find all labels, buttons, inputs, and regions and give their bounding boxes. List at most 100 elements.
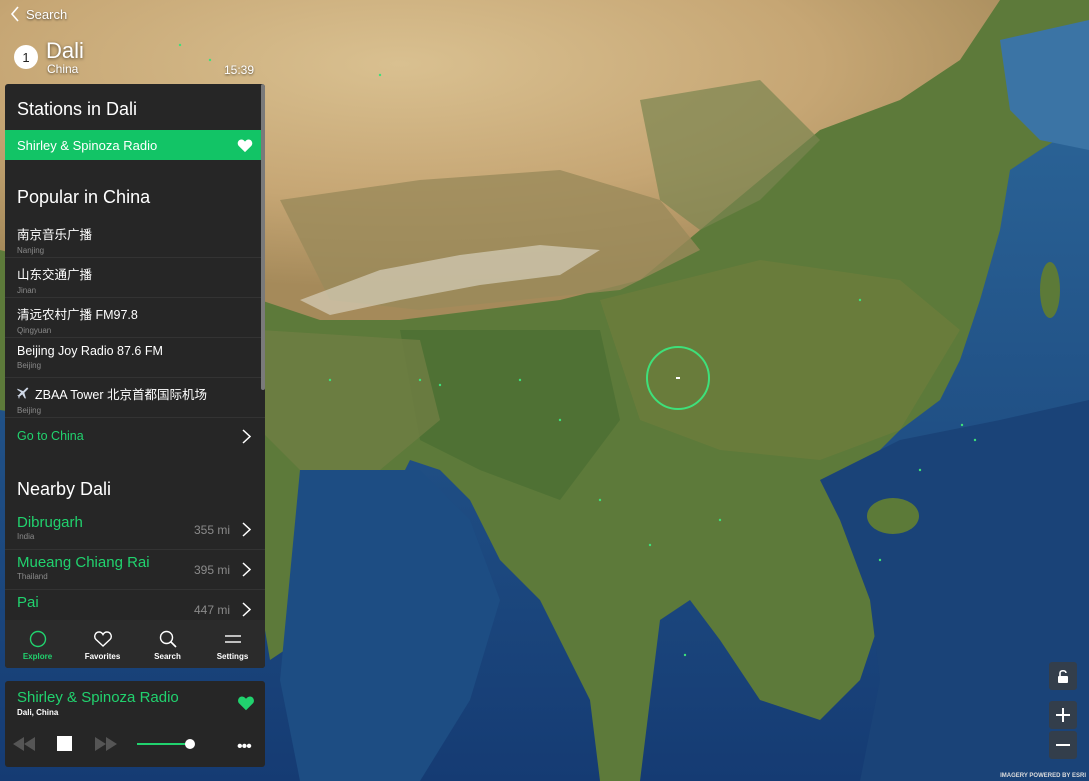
tab-label: Explore bbox=[22, 652, 53, 661]
location-header: 1 Dali China 15:39 bbox=[10, 38, 262, 78]
panel-scrollbar[interactable] bbox=[261, 84, 265, 390]
nearby-place-country: Thailand bbox=[17, 572, 48, 581]
nearby-place-country: India bbox=[17, 532, 35, 541]
popular-station-item[interactable]: 山东交通广播 Jinan bbox=[5, 258, 265, 298]
station-dot[interactable] bbox=[718, 518, 722, 522]
station-dot[interactable] bbox=[518, 378, 522, 382]
popular-station-name: 清远农村广播 FM97.8 bbox=[17, 308, 138, 322]
popular-station-item[interactable]: ZBAA Tower 北京首都国际机场 Beijing bbox=[5, 378, 265, 418]
popular-station-name-row: 山东交通广播 bbox=[17, 264, 253, 283]
settings-lines-icon bbox=[224, 635, 241, 643]
nearby-place-text: Pai bbox=[17, 594, 39, 612]
unlock-icon bbox=[1058, 669, 1068, 683]
go-to-country-label: Go to China bbox=[17, 429, 84, 443]
chevron-right-icon bbox=[242, 522, 251, 537]
tab-favorites[interactable]: Favorites bbox=[70, 620, 135, 668]
heart-filled-icon[interactable] bbox=[237, 138, 253, 153]
lock-rotation-button[interactable] bbox=[1049, 662, 1077, 690]
station-dot[interactable] bbox=[648, 543, 652, 547]
popular-station-city: Beijing bbox=[17, 406, 42, 415]
popular-station-name-row: 清远农村广播 FM97.8 bbox=[17, 304, 253, 323]
chevron-right-icon bbox=[242, 562, 251, 577]
active-station-name: Shirley & Spinoza Radio bbox=[17, 137, 158, 153]
nearby-place-item[interactable]: Pai 447 mi bbox=[5, 590, 265, 620]
station-dot[interactable] bbox=[878, 558, 882, 562]
station-dot[interactable] bbox=[378, 73, 382, 77]
stations-title: Stations in Dali bbox=[17, 99, 138, 119]
search-icon bbox=[159, 630, 177, 648]
station-dot[interactable] bbox=[683, 653, 687, 657]
station-dot[interactable] bbox=[418, 378, 422, 382]
station-dot[interactable] bbox=[598, 498, 602, 502]
popular-station-name-row: ZBAA Tower 北京首都国际机场 bbox=[17, 384, 253, 403]
popular-station-name-row: Beijing Joy Radio 87.6 FM bbox=[17, 344, 253, 358]
popular-title: Popular in China bbox=[17, 187, 151, 207]
zoom-out-button[interactable] bbox=[1049, 731, 1077, 759]
station-dot[interactable] bbox=[918, 468, 922, 472]
nearby-place-distance: 447 mi bbox=[193, 602, 230, 617]
location-index-badge: 1 bbox=[14, 45, 38, 69]
popular-station-name-row: 南京音乐广播 bbox=[17, 224, 253, 243]
favorite-heart-icon[interactable] bbox=[237, 695, 255, 711]
nearby-place-distance: 355 mi bbox=[193, 522, 230, 537]
panel-scroll-area[interactable]: Stations in Dali Shirley & Spinoza Radio… bbox=[5, 84, 265, 620]
tab-settings[interactable]: Settings bbox=[200, 620, 265, 668]
station-dot[interactable] bbox=[973, 438, 977, 442]
go-to-country-link[interactable]: Go to China bbox=[5, 418, 265, 454]
tab-explore[interactable]: Explore bbox=[5, 620, 70, 668]
fast-forward-icon[interactable] bbox=[95, 737, 117, 751]
popular-station-city: Qingyuan bbox=[17, 326, 52, 335]
back-to-search-button[interactable]: Search bbox=[10, 5, 67, 23]
back-label: Search bbox=[26, 6, 68, 22]
nearby-title: Nearby Dali bbox=[17, 479, 112, 499]
location-country: China bbox=[47, 62, 79, 76]
nearby-place-item[interactable]: Dibrugarh India 355 mi bbox=[5, 510, 265, 550]
map-attribution: IMAGERY POWERED BY ESRI bbox=[1000, 773, 1086, 779]
nearby-place-name: Dibrugarh bbox=[17, 514, 83, 531]
popular-station-city: Beijing bbox=[17, 361, 42, 370]
stop-button[interactable] bbox=[57, 736, 72, 751]
location-city: Dali bbox=[46, 38, 84, 63]
popular-station-item[interactable]: Beijing Joy Radio 87.6 FM Beijing bbox=[5, 338, 265, 378]
nearby-place-name: Pai bbox=[17, 594, 39, 611]
popular-station-item[interactable]: 南京音乐广播 Nanjing bbox=[5, 218, 265, 258]
tab-search[interactable]: Search bbox=[135, 620, 200, 668]
zoom-in-button[interactable] bbox=[1049, 701, 1077, 729]
more-options-icon[interactable]: ••• bbox=[237, 738, 252, 756]
explore-circle-icon bbox=[29, 630, 46, 648]
plus-icon bbox=[1056, 708, 1070, 722]
popular-station-city: Nanjing bbox=[17, 246, 45, 255]
active-station-row[interactable]: Shirley & Spinoza Radio bbox=[5, 130, 265, 160]
popular-station-name: 山东交通广播 bbox=[17, 268, 93, 282]
volume-slider-knob[interactable] bbox=[185, 739, 196, 749]
chevron-left-icon bbox=[10, 6, 19, 22]
station-dot[interactable] bbox=[328, 378, 332, 382]
popular-station-name: ZBAA Tower 北京首都国际机场 bbox=[35, 388, 208, 402]
airplane-icon bbox=[17, 387, 29, 399]
station-dot[interactable] bbox=[438, 383, 442, 387]
popular-station-name: Beijing Joy Radio 87.6 FM bbox=[17, 344, 163, 358]
chevron-right-icon bbox=[242, 602, 251, 617]
station-dot[interactable] bbox=[558, 418, 562, 422]
nearby-place-text: Mueang Chiang Rai Thailand bbox=[17, 554, 150, 581]
nearby-place-meta: 355 mi bbox=[194, 522, 251, 537]
tab-bar: Explore Favorites Search Settings bbox=[5, 620, 265, 668]
popular-station-item[interactable]: 清远农村广播 FM97.8 Qingyuan bbox=[5, 298, 265, 338]
station-dot[interactable] bbox=[960, 423, 964, 427]
nearby-place-item[interactable]: Mueang Chiang Rai Thailand 395 mi bbox=[5, 550, 265, 590]
player-bar: Shirley & Spinoza Radio Dali, China ••• bbox=[5, 681, 265, 767]
rewind-icon[interactable] bbox=[13, 737, 35, 751]
popular-station-city: Jinan bbox=[17, 286, 37, 295]
nearby-place-meta: 395 mi bbox=[194, 562, 251, 577]
local-time: 15:39 bbox=[223, 63, 254, 77]
heart-icon bbox=[93, 631, 112, 647]
now-playing-title[interactable]: Shirley & Spinoza Radio bbox=[17, 689, 179, 706]
popular-station-name: 南京音乐广播 bbox=[17, 228, 93, 242]
minus-icon bbox=[1056, 744, 1070, 746]
station-dot[interactable] bbox=[858, 298, 862, 302]
tab-label: Settings bbox=[216, 652, 249, 661]
side-panel: Stations in Dali Shirley & Spinoza Radio… bbox=[5, 84, 265, 668]
tab-label: Favorites bbox=[84, 652, 121, 661]
tab-label: Search bbox=[154, 652, 181, 661]
chevron-right-icon bbox=[242, 428, 251, 444]
